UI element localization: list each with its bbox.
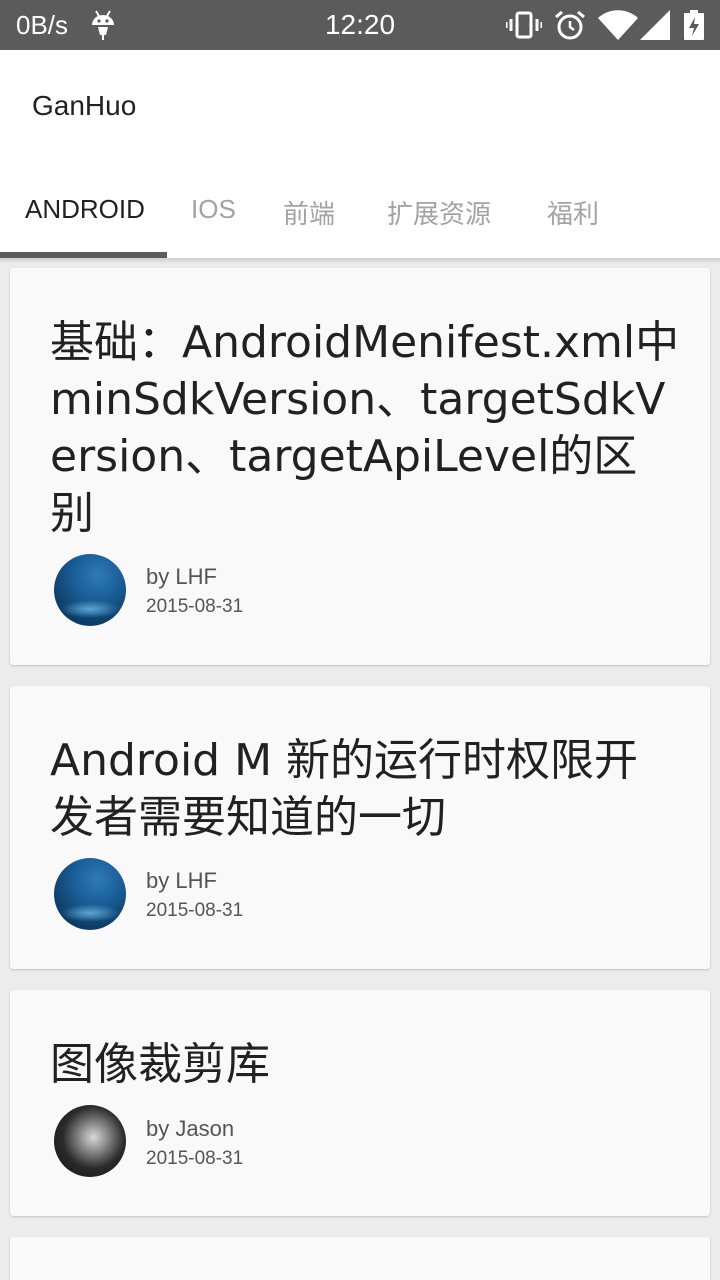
status-bar: 0B/s 12:20 bbox=[0, 0, 720, 50]
article-author: by LHF bbox=[146, 564, 217, 589]
app-title: GanHuo bbox=[32, 90, 137, 121]
article-title: Android M 新的运行时权限开发者需要知道的一切 bbox=[50, 735, 639, 843]
article-card[interactable] bbox=[10, 1237, 710, 1280]
tab-welfare[interactable]: 福利 bbox=[547, 194, 599, 231]
article-author: by Jason bbox=[146, 1116, 235, 1141]
alarm-icon bbox=[555, 10, 585, 40]
article-date: 2015-08-31 bbox=[146, 1148, 244, 1169]
author-avatar bbox=[54, 554, 126, 626]
article-date: 2015-08-31 bbox=[146, 900, 244, 921]
article-author: by LHF bbox=[146, 868, 217, 893]
signal-icon bbox=[640, 10, 670, 40]
tab-android[interactable]: ANDROID bbox=[25, 194, 145, 225]
app-bar: GanHuo bbox=[0, 50, 720, 166]
author-avatar bbox=[54, 1105, 126, 1177]
article-title: 图像裁剪库 bbox=[50, 1039, 270, 1090]
tab-bar: ANDROID IOS 前端 扩展资源 福利 bbox=[0, 166, 720, 258]
tab-frontend[interactable]: 前端 bbox=[283, 194, 335, 231]
author-avatar bbox=[54, 858, 126, 930]
wifi-icon bbox=[598, 10, 638, 40]
tab-resources[interactable]: 扩展资源 bbox=[387, 194, 491, 231]
article-date: 2015-08-31 bbox=[146, 596, 244, 617]
tab-ios[interactable]: IOS bbox=[191, 194, 236, 225]
article-card[interactable]: Android M 新的运行时权限开发者需要知道的一切 by LHF 2015-… bbox=[10, 686, 710, 969]
vibrate-icon bbox=[506, 11, 542, 39]
battery-charging-icon bbox=[684, 10, 704, 40]
tab-shadow bbox=[0, 258, 720, 264]
article-card[interactable]: 基础：AndroidMenifest.xml中minSdkVersion、tar… bbox=[10, 268, 710, 665]
article-title: 基础：AndroidMenifest.xml中minSdkVersion、tar… bbox=[50, 317, 680, 539]
article-card[interactable]: 图像裁剪库 by Jason 2015-08-31 bbox=[10, 990, 710, 1216]
